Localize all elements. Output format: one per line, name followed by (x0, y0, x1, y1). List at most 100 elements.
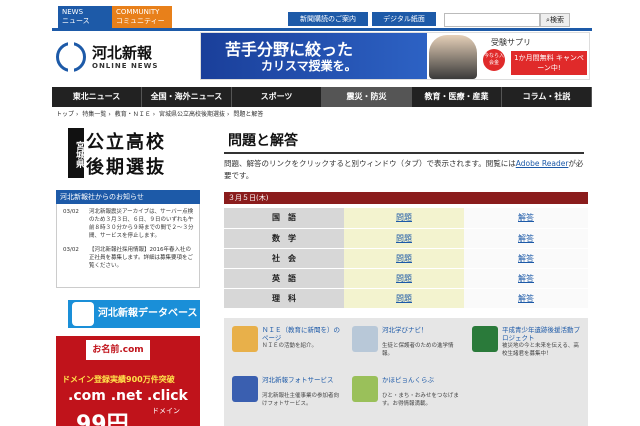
page-title: 問題と解答 (224, 126, 584, 154)
digital-edition-button[interactable]: デジタル紙面 (372, 12, 436, 26)
photo-service-icon (232, 376, 258, 402)
tile-nie[interactable]: ＮＩＥ（教育に新聞を）のページ ＮＩＥの活動を紹介。 (228, 322, 344, 366)
question-link[interactable]: 問題 (396, 274, 412, 283)
notice-heading: 河北新報社からのお知らせ (56, 190, 200, 204)
tile-title: ＮＩＥ（教育に新聞を）のページ (262, 326, 340, 342)
instructions-text: 問題、解答のリンクをクリックすると別ウィンドウ（タブ）で表示されます。閲覧には (224, 159, 516, 168)
answer-link[interactable]: 解答 (518, 213, 534, 222)
answer-link[interactable]: 解答 (518, 254, 534, 263)
news-tab-en: NEWS (62, 8, 84, 16)
breadcrumb-exam[interactable]: 宮城県公立高校後期選抜 (159, 111, 225, 118)
page: NEWS ニュース COMMUNITY コミュニティー 新聞購読のご案内 デジタル紙… (0, 0, 640, 426)
breadcrumb-features[interactable]: 特集一覧 (82, 111, 106, 118)
tile-desc: ＮＩＥの活動を紹介。 (262, 343, 318, 349)
subject-cell: 英 語 (224, 268, 344, 289)
notice-item[interactable]: 03/02 河北新報震災アーカイブは、サーバー点検のため３月３日、６日、９日のい… (61, 208, 195, 240)
banner-left: 苦手分野に絞った カリスマ授業を。 (201, 33, 427, 79)
breadcrumb-current: 問題と解答 (233, 111, 264, 118)
table-row: 数 学 問題 解答 (224, 228, 588, 249)
student-icon (352, 326, 378, 352)
main-nav: 東北ニュース 全国・海外ニュース スポーツ 震災・防災 教育・医療・産業 コラム… (52, 87, 592, 107)
exam-title-row2: 後期選抜 (86, 157, 166, 178)
question-link[interactable]: 問題 (396, 213, 412, 222)
tile-manabi-navi[interactable]: 河北学びナビ！ 生徒と保護者のための進学情報。 (348, 322, 464, 366)
breadcrumb-top[interactable]: トップ (56, 111, 74, 118)
tile-kahopyon[interactable]: かほピョんくらぶ ひと・まち・おみせをつなげます。お得情報満載。 (348, 372, 464, 416)
search-button-label: 検索 (549, 16, 564, 24)
nav-tohoku[interactable]: 東北ニュース (52, 87, 142, 107)
tile-title: 河北学びナビ！ (382, 326, 428, 334)
tile-desc: ひと・まち・おみせをつなげます。お得情報満載。 (382, 393, 459, 407)
ad-line3: ドメイン (152, 407, 180, 415)
banner-subline: カリスマ授業を。 (261, 59, 357, 73)
rabbit-mascot-icon (72, 302, 94, 326)
project-icon (472, 326, 498, 352)
top-ad-banner[interactable]: 苦手分野に絞った カリスマ授業を。 受験サプリ 今なら入会金 1か月間無料 キャ… (200, 32, 590, 80)
breadcrumb-education[interactable]: 教育・ＮＩＥ (115, 111, 151, 118)
question-link[interactable]: 問題 (396, 234, 412, 243)
exam-title-logo: 宮城県 公立高校 後期選抜 (68, 128, 196, 178)
subject-cell: 数 学 (224, 228, 344, 249)
nie-icon (232, 326, 258, 352)
table-row: 英 語 問題 解答 (224, 268, 588, 289)
answer-link[interactable]: 解答 (518, 234, 534, 243)
instructions: 問題、解答のリンクをクリックすると別ウィンドウ（タブ）で表示されます。閲覧にはA… (224, 158, 584, 182)
tile-title: 河北新報フォトサービス (262, 376, 334, 384)
nav-national[interactable]: 全国・海外ニュース (142, 87, 232, 107)
adobe-reader-link[interactable]: Adobe Reader (516, 159, 569, 168)
community-tab-jp: コミュニティー (116, 17, 165, 25)
notice-text: 河北新報震災アーカイブは、サーバー点検のため３月３日、６日、９日のいずれも午前８… (89, 209, 194, 239)
answer-link[interactable]: 解答 (518, 274, 534, 283)
top-strip (52, 28, 592, 31)
related-links: ＮＩＥ（教育に新聞を）のページ ＮＩＥの活動を紹介。 河北学びナビ！ 生徒と保護… (224, 318, 588, 426)
banner-person-image (429, 35, 477, 79)
logo-subtext: ONLINE NEWS (92, 62, 159, 70)
ad-logo: お名前.com (86, 340, 150, 360)
page-title-text: 問題と解答 (228, 133, 298, 149)
notice-item[interactable]: 03/02 【河北新報社採用情報】2016年春入社の正社員を募集します。詳細は募… (61, 246, 195, 270)
ad-line2: .com .net .click (68, 388, 188, 404)
table-row: 理 科 問題 解答 (224, 288, 588, 309)
search-button[interactable]: ⌕検索 (540, 13, 570, 27)
community-tab-en: COMMUNITY (116, 8, 160, 16)
ad-price: 99円 (76, 412, 129, 426)
rabbit-icon (352, 376, 378, 402)
tile-photo-service[interactable]: 河北新報フォトサービス 河北新報社主催事業の参加者向けフォトサービス。 (228, 372, 344, 416)
ad-line1: ドメイン登録実績900万件突破 (62, 375, 175, 384)
tile-desc: 生徒と保護者のための進学情報。 (382, 343, 454, 357)
news-tab[interactable]: NEWS ニュース (58, 6, 112, 28)
subject-cell: 社 会 (224, 248, 344, 269)
nav-disaster[interactable]: 震災・防災 (322, 87, 412, 107)
community-tab[interactable]: COMMUNITY コミュニティー (112, 6, 172, 28)
tile-project[interactable]: 平成青少年遺跡後援活動プロジェクト 被災地の今と未来を伝える、高校生諸君を募集中… (468, 322, 584, 366)
tile-title: 平成青少年遺跡後援活動プロジェクト (502, 326, 580, 342)
banner-cta: 1か月間無料 キャンペーン中! (511, 51, 587, 75)
question-link[interactable]: 問題 (396, 294, 412, 303)
subject-cell: 国 語 (224, 208, 344, 229)
tile-desc: 河北新報社主催事業の参加者向けフォトサービス。 (262, 393, 340, 407)
side-ad-banner[interactable]: お名前.com ドメイン登録実績900万件突破 .com .net .click… (56, 336, 200, 426)
notice-text: 【河北新報社採用情報】2016年春入社の正社員を募集します。詳細は募集要項をご覧… (89, 247, 193, 269)
subscription-button[interactable]: 新聞購読のご案内 (288, 12, 368, 26)
answer-link[interactable]: 解答 (518, 294, 534, 303)
nav-column[interactable]: コラム・社説 (502, 87, 592, 107)
search-input[interactable] (444, 13, 540, 27)
qa-table: 国 語問題 解答 数 学問題 解答 社 会問題 解答 英 語問題 解答 理 科問題 解答 (224, 208, 588, 309)
notice-date: 03/02 (63, 247, 79, 253)
banner-right: 受験サプリ 今なら入会金 1か月間無料 キャンペーン中! (481, 33, 589, 79)
question-link[interactable]: 問題 (396, 254, 412, 263)
logo-text: 河北新報 (92, 44, 153, 62)
exam-title-row1: 公立高校 (86, 132, 166, 153)
banner-badge: 今なら入会金 (483, 49, 505, 71)
nav-education[interactable]: 教育・医療・産業 (412, 87, 502, 107)
news-tab-jp: ニュース (62, 17, 90, 25)
tile-title: かほピョんくらぶ (382, 376, 434, 384)
breadcrumb: トップ › 特集一覧 › 教育・ＮＩＥ › 宮城県公立高校後期選抜 › 問題と解答 (56, 111, 264, 118)
site-logo[interactable]: 河北新報 ONLINE NEWS (56, 40, 196, 80)
subject-cell: 理 科 (224, 288, 344, 309)
table-row: 国 語 問題 解答 (224, 208, 588, 229)
notice-date: 03/02 (63, 209, 79, 215)
exam-prefecture: 宮城県 (68, 128, 84, 178)
nav-sports[interactable]: スポーツ (232, 87, 322, 107)
table-row: 社 会 問題 解答 (224, 248, 588, 269)
